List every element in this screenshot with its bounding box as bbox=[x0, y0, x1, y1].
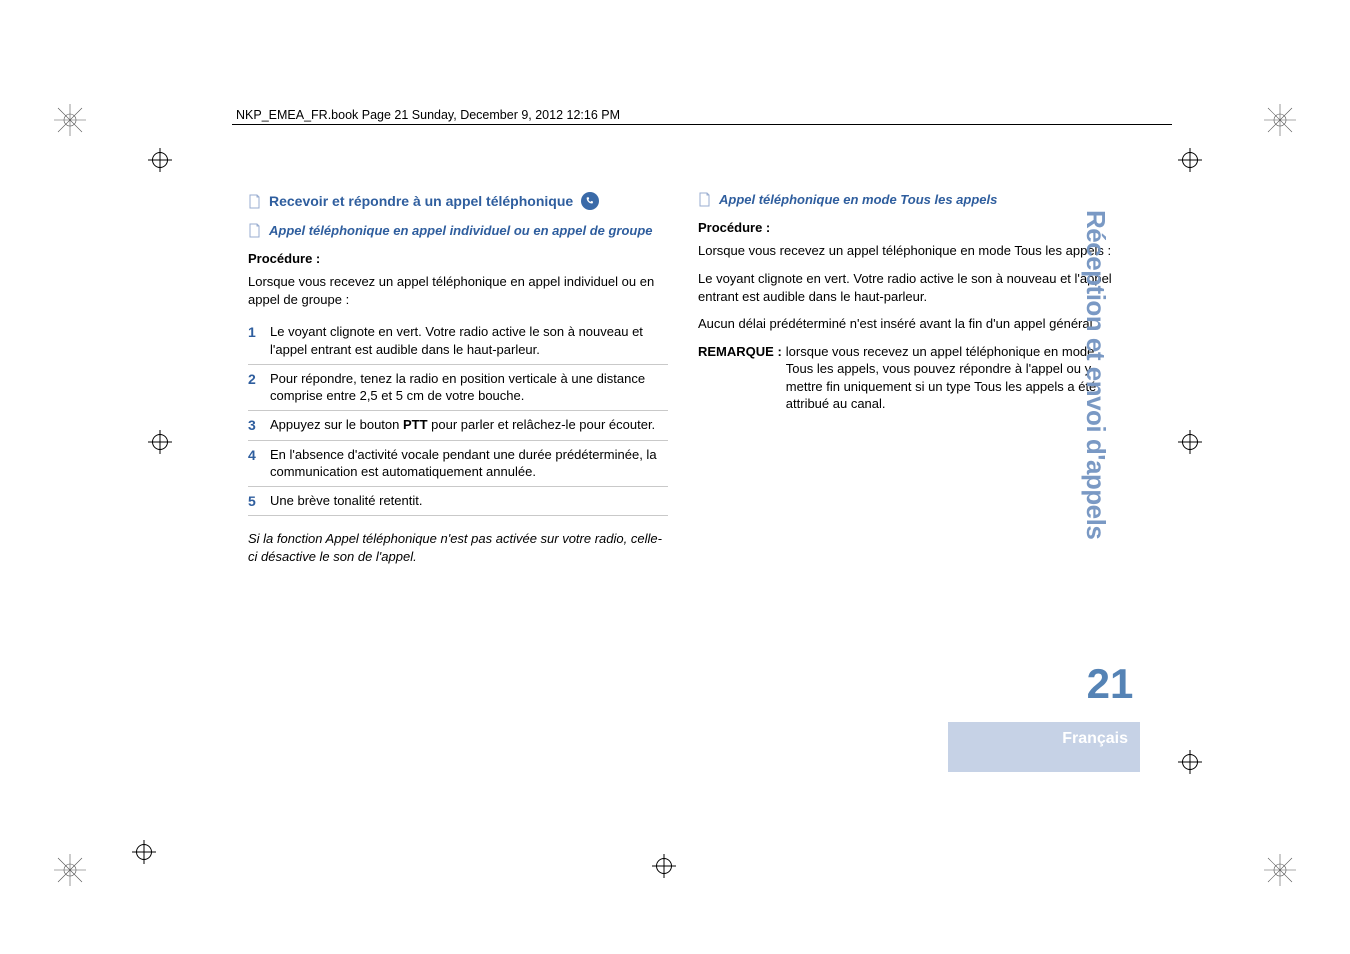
remark-body: lorsque vous recevez un appel téléphoniq… bbox=[786, 343, 1118, 413]
crop-crosshair-icon bbox=[148, 430, 172, 454]
phone-badge-icon bbox=[581, 192, 599, 210]
step-text-suffix: pour parler et relâchez-le pour écouter. bbox=[428, 417, 656, 432]
header-rule bbox=[232, 124, 1172, 125]
crop-crosshair-icon bbox=[1178, 148, 1202, 172]
right-column: Appel téléphonique en mode Tous les appe… bbox=[698, 192, 1118, 566]
subsection-heading: Appel téléphonique en mode Tous les appe… bbox=[698, 192, 1118, 209]
page-content: Recevoir et répondre à un appel téléphon… bbox=[248, 192, 1118, 566]
crop-crosshair-icon bbox=[652, 854, 676, 878]
page-number: 21 bbox=[1080, 660, 1140, 708]
registration-starburst-icon bbox=[52, 852, 88, 888]
step: 2 Pour répondre, tenez la radio en posit… bbox=[248, 365, 668, 411]
footnote: Si la fonction Appel téléphonique n'est … bbox=[248, 530, 668, 565]
page-icon bbox=[698, 192, 711, 207]
remark-label: REMARQUE : bbox=[698, 343, 782, 413]
crop-crosshair-icon bbox=[1178, 430, 1202, 454]
remark-block: REMARQUE : lorsque vous recevez un appel… bbox=[698, 343, 1118, 413]
step-text: Le voyant clignote en vert. Votre radio … bbox=[270, 323, 668, 358]
subsection-heading-text: Appel téléphonique en appel individuel o… bbox=[269, 223, 653, 240]
subsection-heading-text: Appel téléphonique en mode Tous les appe… bbox=[719, 192, 997, 209]
step: 1 Le voyant clignote en vert. Votre radi… bbox=[248, 318, 668, 364]
page-icon bbox=[248, 194, 261, 209]
step-number: 4 bbox=[248, 446, 258, 481]
body-paragraph: Le voyant clignote en vert. Votre radio … bbox=[698, 270, 1118, 305]
language-label: Français bbox=[1062, 730, 1128, 748]
crop-crosshair-icon bbox=[132, 840, 156, 864]
step: 3 Appuyez sur le bouton PTT pour parler … bbox=[248, 411, 668, 441]
step-text-bold: PTT bbox=[403, 417, 428, 432]
crop-crosshair-icon bbox=[1178, 750, 1202, 774]
section-heading: Recevoir et répondre à un appel téléphon… bbox=[248, 192, 668, 211]
step-text: En l'absence d'activité vocale pendant u… bbox=[270, 446, 668, 481]
step-text: Une brève tonalité retentit. bbox=[270, 492, 668, 511]
page-icon bbox=[248, 223, 261, 238]
step-number: 2 bbox=[248, 370, 258, 405]
step-text: Pour répondre, tenez la radio en positio… bbox=[270, 370, 668, 405]
procedure-intro: Lorsque vous recevez un appel téléphoniq… bbox=[698, 242, 1118, 260]
registration-starburst-icon bbox=[52, 102, 88, 138]
left-column: Recevoir et répondre à un appel téléphon… bbox=[248, 192, 668, 566]
step-text: Appuyez sur le bouton PTT pour parler et… bbox=[270, 416, 668, 435]
step-number: 1 bbox=[248, 323, 258, 358]
step-number: 3 bbox=[248, 416, 258, 435]
procedure-label: Procédure : bbox=[698, 219, 1118, 237]
body-paragraph: Aucun délai prédéterminé n'est inséré av… bbox=[698, 315, 1118, 333]
running-header: NKP_EMEA_FR.book Page 21 Sunday, Decembe… bbox=[236, 108, 620, 122]
step-number: 5 bbox=[248, 492, 258, 511]
section-heading-text: Recevoir et répondre à un appel téléphon… bbox=[269, 192, 573, 211]
procedure-steps: 1 Le voyant clignote en vert. Votre radi… bbox=[248, 318, 668, 516]
step: 4 En l'absence d'activité vocale pendant… bbox=[248, 441, 668, 487]
procedure-intro: Lorsque vous recevez un appel téléphoniq… bbox=[248, 273, 668, 308]
step: 5 Une brève tonalité retentit. bbox=[248, 487, 668, 517]
subsection-heading: Appel téléphonique en appel individuel o… bbox=[248, 223, 668, 240]
procedure-label: Procédure : bbox=[248, 250, 668, 268]
registration-starburst-icon bbox=[1262, 852, 1298, 888]
page-number-block: 21 bbox=[1080, 660, 1140, 708]
crop-crosshair-icon bbox=[148, 148, 172, 172]
section-tab-label: Réception et envoi d'appels bbox=[1080, 210, 1111, 539]
language-box: Français bbox=[948, 722, 1140, 772]
section-tab: Réception et envoi d'appels bbox=[1080, 210, 1140, 539]
registration-starburst-icon bbox=[1262, 102, 1298, 138]
step-text-prefix: Appuyez sur le bouton bbox=[270, 417, 403, 432]
